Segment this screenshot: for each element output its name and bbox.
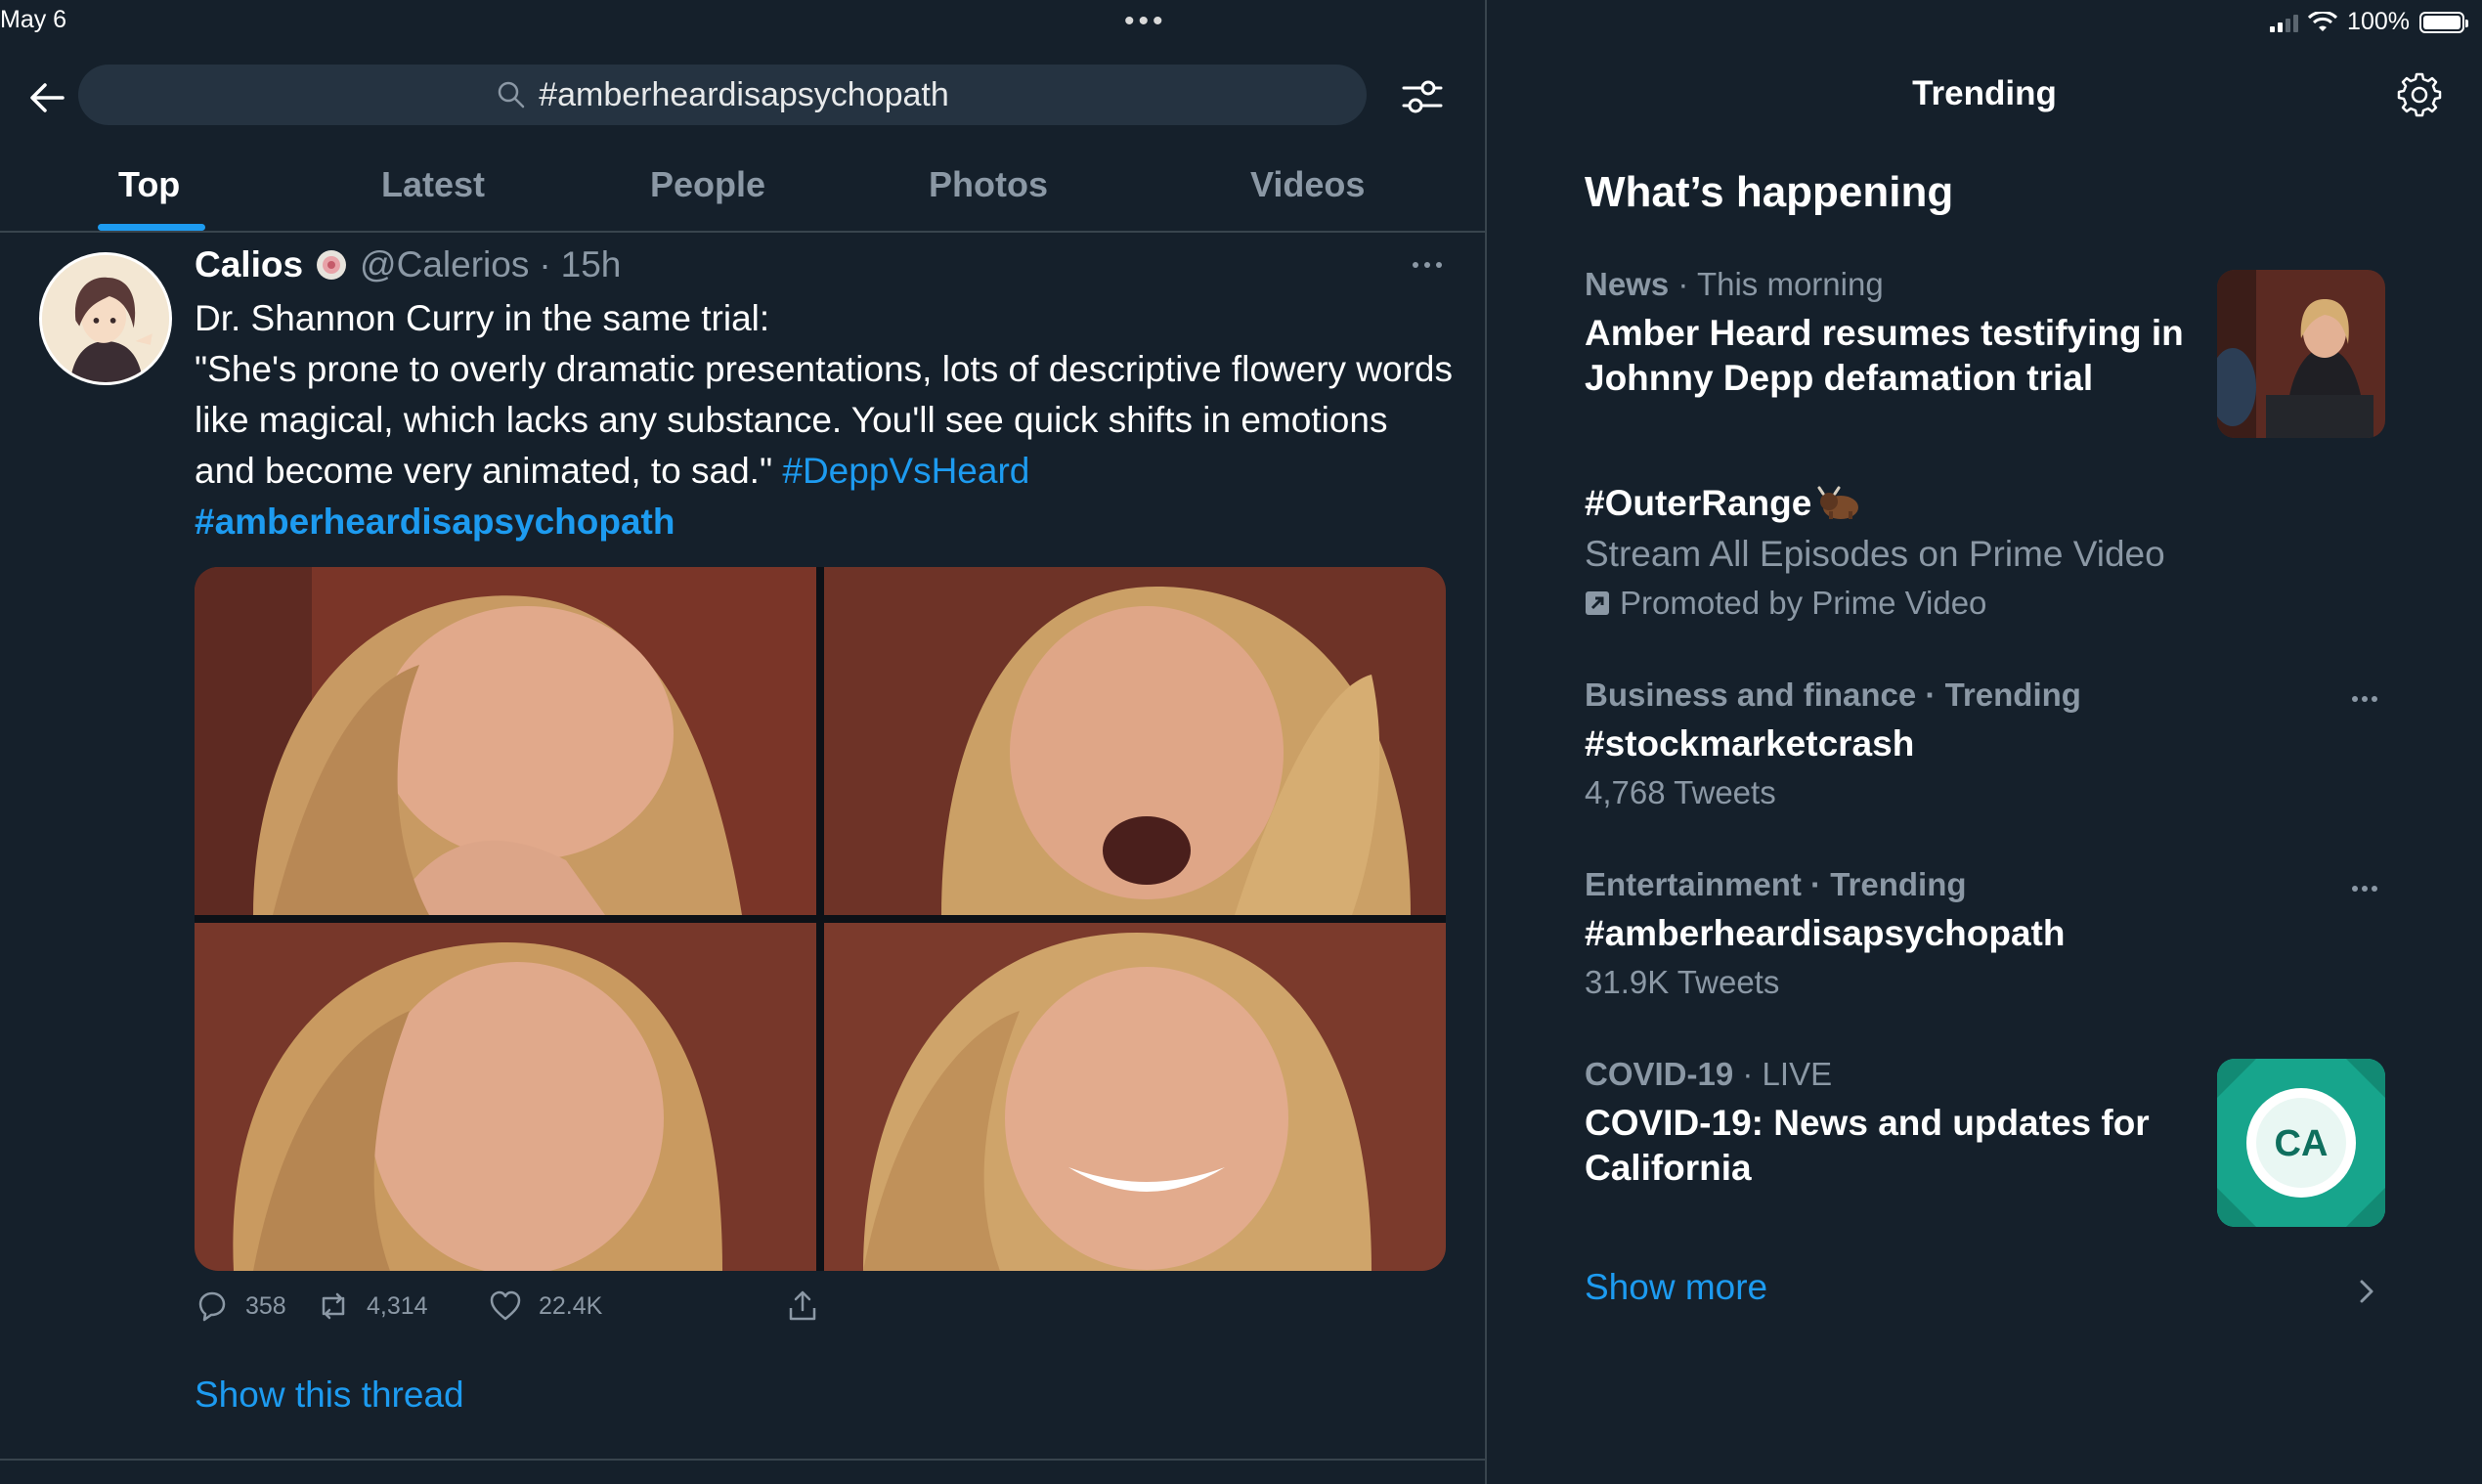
- trend-category: Business and finance · Trending: [1585, 677, 2081, 713]
- tweet-text: Dr. Shannon Curry in the same trial: "Sh…: [195, 293, 1456, 547]
- trend-meta-separator: ·: [1733, 1056, 1763, 1092]
- tab-photos[interactable]: Photos: [929, 164, 1048, 205]
- tweet-actions: 358 4,314 22.4K: [195, 1288, 977, 1337]
- author-handle[interactable]: @Calerios: [360, 244, 529, 285]
- tweet-media-grid: [195, 567, 1446, 1271]
- tab-latest[interactable]: Latest: [381, 164, 485, 205]
- show-thread-link[interactable]: Show this thread: [195, 1375, 464, 1416]
- back-arrow-icon[interactable]: [25, 76, 68, 119]
- tab-videos[interactable]: Videos: [1250, 164, 1365, 205]
- tab-top[interactable]: Top: [118, 164, 180, 205]
- tweet-photo[interactable]: [195, 923, 816, 1271]
- trend-item[interactable]: Entertainment · Trending #amberheardisap…: [1585, 866, 2435, 1001]
- trend-category: COVID-19: [1585, 1056, 1734, 1092]
- share-icon: [789, 1290, 816, 1321]
- tweet[interactable]: Calios @Calerios · 15h Dr. Shannon Curry…: [0, 233, 1485, 1461]
- tab-people[interactable]: People: [650, 164, 765, 205]
- like-count: 22.4K: [539, 1291, 603, 1320]
- trend-item[interactable]: News · This morning Amber Heard resumes …: [1585, 266, 2191, 401]
- trend-meta: News · This morning: [1585, 266, 2191, 303]
- retweet-button[interactable]: 4,314: [316, 1288, 428, 1324]
- tweet-header: Calios @Calerios · 15h: [195, 244, 621, 285]
- retweet-count: 4,314: [367, 1291, 428, 1320]
- trend-meta: COVID-19 · LIVE: [1585, 1056, 2191, 1093]
- search-input[interactable]: #amberheardisapsychopath: [78, 65, 1367, 125]
- trend-category: News: [1585, 266, 1670, 302]
- search-hashtag-link[interactable]: #amberheardisapsychopath: [195, 497, 1456, 547]
- promoted-icon: [1586, 591, 1609, 615]
- trend-item[interactable]: COVID-19 · LIVE COVID-19: News and updat…: [1585, 1056, 2191, 1191]
- hashtag-link[interactable]: #DeppVsHeard: [782, 451, 1029, 491]
- trend-tweet-count: 31.9K Tweets: [1585, 964, 1780, 1000]
- tweet-photo[interactable]: [195, 567, 816, 915]
- trend-tweet-count: 4,768 Tweets: [1585, 774, 1776, 810]
- trend-description: Stream All Episodes on Prime Video: [1585, 534, 2165, 574]
- trend-headline: COVID-19: News and updates for Californi…: [1585, 1103, 2150, 1188]
- retweet-icon: [322, 1292, 345, 1320]
- avatar[interactable]: [39, 252, 172, 385]
- tweet-photo[interactable]: [824, 923, 1446, 1271]
- show-more-link[interactable]: Show more: [1585, 1267, 1767, 1308]
- trend-item[interactable]: Business and finance · Trending #stockma…: [1585, 677, 2435, 811]
- trend-item-promoted[interactable]: #OuterRange Stream All Episodes on Prime…: [1585, 481, 2435, 622]
- trend-headline: #amberheardisapsychopath: [1585, 913, 2066, 953]
- trend-headline: #stockmarketcrash: [1585, 723, 1915, 764]
- section-title: What’s happening: [1585, 168, 1954, 216]
- author-name[interactable]: Calios: [195, 244, 303, 285]
- tweet-photo[interactable]: [824, 567, 1446, 915]
- like-button[interactable]: 22.4K: [488, 1288, 602, 1324]
- share-button[interactable]: [785, 1288, 820, 1324]
- tweet-time[interactable]: 15h: [561, 244, 622, 285]
- more-options-icon[interactable]: [1408, 258, 1447, 272]
- search-icon: [498, 81, 525, 109]
- search-query-text: #amberheardisapsychopath: [539, 75, 949, 113]
- search-filter-icon[interactable]: [1398, 72, 1447, 121]
- trending-pane: Trending What’s happening News · This mo…: [1487, 0, 2482, 1484]
- reply-count: 358: [245, 1291, 286, 1320]
- more-options-icon[interactable]: [2350, 884, 2379, 894]
- tweet-divider: [0, 1459, 1485, 1461]
- reply-button[interactable]: 358: [195, 1288, 286, 1324]
- trend-context: This morning: [1696, 266, 1884, 302]
- trend-headline: Amber Heard resumes testifying in Johnny…: [1585, 313, 2184, 398]
- trend-thumbnail[interactable]: [2217, 270, 2385, 438]
- active-tab-indicator: [98, 224, 205, 231]
- promoted-label: Promoted by Prime Video: [1585, 585, 2435, 622]
- search-results-pane: #amberheardisapsychopath Top Latest Peop…: [0, 0, 1485, 1484]
- thumbnail-text: CA: [2275, 1123, 2329, 1164]
- profile-badge-icon: [317, 250, 347, 280]
- heart-icon: [490, 1290, 521, 1321]
- time-separator: ·: [539, 244, 551, 284]
- trend-category: Entertainment · Trending: [1585, 866, 1967, 902]
- reply-icon: [198, 1291, 226, 1322]
- trend-meta-separator: ·: [1669, 266, 1697, 302]
- trend-headline-row: #OuterRange: [1585, 481, 2435, 526]
- trending-header: Trending: [1912, 74, 2057, 112]
- trend-context: LIVE: [1762, 1056, 1833, 1092]
- search-tabs: Top Latest People Photos Videos: [0, 145, 1485, 231]
- gear-icon[interactable]: [2396, 70, 2443, 117]
- chevron-right-icon[interactable]: [2357, 1277, 2376, 1306]
- promoted-text: Promoted by Prime Video: [1620, 585, 1987, 621]
- trend-thumbnail[interactable]: CA: [2217, 1059, 2385, 1227]
- tweet-text-line: Dr. Shannon Curry in the same trial:: [195, 298, 770, 338]
- trend-headline: #OuterRange: [1585, 483, 1812, 523]
- more-options-icon[interactable]: [2350, 694, 2379, 704]
- bison-emoji-icon: [1817, 486, 1859, 519]
